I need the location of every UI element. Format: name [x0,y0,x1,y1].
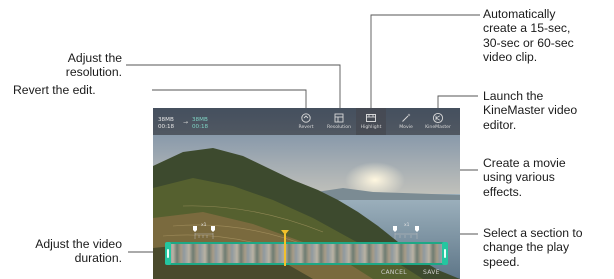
leader-auto-clip [370,14,480,110]
speed-label-start: x1 [201,223,207,228]
highlight-clip-label: Highlight [360,125,382,130]
highlight-clip-button[interactable]: Highlight [356,108,386,135]
callout-movie: Create a movie using various effects. [483,156,566,199]
resolution-icon [334,113,344,123]
speed-label-end: x1 [404,223,410,228]
callout-play-speed: Select a section to change the play spee… [483,226,583,269]
leader-revert [152,89,307,110]
playhead[interactable] [281,230,289,266]
speed-marker-start-left [193,226,197,232]
movie-button[interactable]: Movie [391,108,421,135]
callout-resolution: Adjust the resolution. [65,51,122,80]
callout-auto-clip: Automatically create a 15-sec, 30-sec or… [483,7,574,65]
video-timeline[interactable] [165,242,448,265]
leader-resolution [126,64,341,110]
original-duration-value: 00:18 [158,124,175,130]
save-button[interactable]: SAVE [423,269,440,276]
magic-wand-icon [402,113,411,122]
revert-button[interactable]: Revert [291,108,321,135]
kinemaster-icon [432,112,444,124]
speed-marker-start-right [211,226,215,232]
trim-handle-end[interactable] [442,242,448,265]
callout-kinemaster: Launch the KineMaster video editor. [483,89,578,132]
callout-revert: Revert the edit. [13,83,96,97]
edited-duration-value: 00:18 [192,124,209,130]
original-size-info: 38MB 00:18 [158,117,174,131]
original-size-value: 38MB [158,117,174,123]
edited-size-value: 38MB [192,117,208,123]
revert-icon [301,113,311,123]
edited-size-info: → 38MB 00:18 [183,117,209,131]
revert-label: Revert [298,125,314,130]
kinemaster-button[interactable]: KineMaster [423,108,453,135]
video-editor-screen: 38MB 00:18 → 38MB 00:18 Revert Resolutio… [153,108,460,279]
speed-marker-end-right [415,226,419,232]
speed-marker-end-left [393,226,397,232]
timeline-frames [168,244,445,263]
resolution-label: Resolution [326,125,351,130]
highlight-clip-icon [366,114,376,122]
callout-duration: Adjust the video duration. [35,237,122,266]
speed-section-markers[interactable] [171,224,443,242]
cancel-button[interactable]: CANCEL [381,269,407,276]
resolution-button[interactable]: Resolution [324,108,354,135]
arrow-right-icon: → [183,119,189,126]
trim-handle-start[interactable] [165,242,171,265]
movie-label: Movie [399,125,413,130]
kinemaster-label: KineMaster [425,125,451,130]
